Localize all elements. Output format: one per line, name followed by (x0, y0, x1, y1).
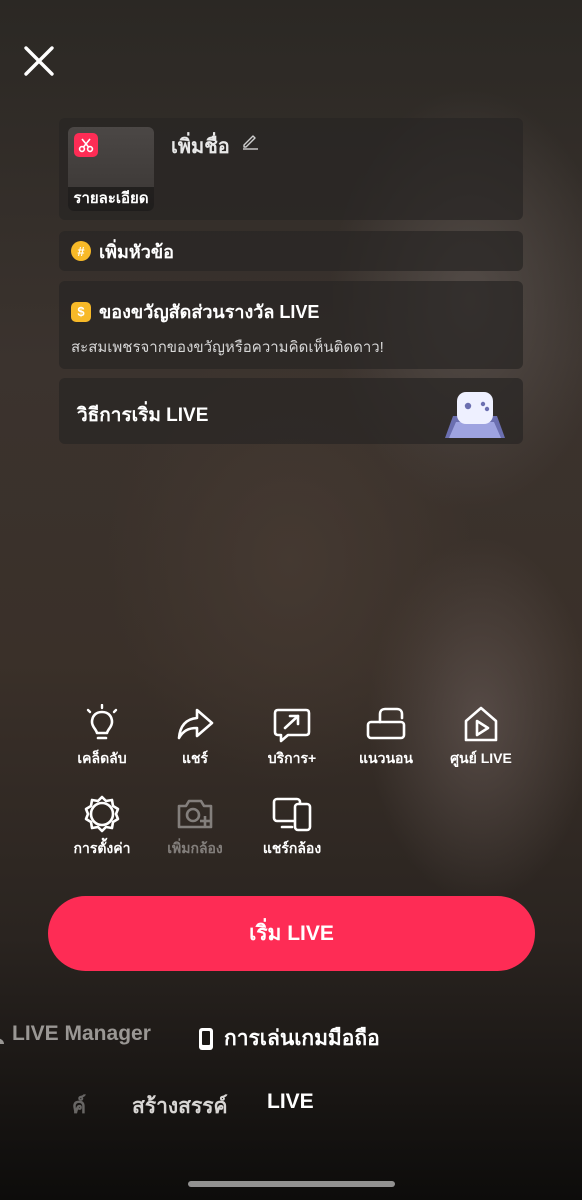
mode-tab-live-manager[interactable]: LIVE Manager (0, 1022, 151, 1046)
mode-tab-mobile-gaming[interactable]: การเล่นเกมมือถือ (198, 1022, 380, 1055)
close-icon (24, 46, 54, 76)
tool-settings[interactable]: การตั้งค่า (57, 794, 147, 860)
bottom-tab-create[interactable]: สร้างสรรค์ (132, 1090, 228, 1123)
tool-add-camera[interactable]: เพิ่มกล้อง (150, 794, 240, 860)
landscape-rotate-icon (366, 707, 406, 740)
tool-share-label: แชร์ (181, 750, 209, 766)
title-card: รายละเอียด เพิ่มชื่อ (59, 118, 523, 220)
tool-landscape-label: แนวนอน (358, 750, 413, 766)
how-to-go-live-row[interactable]: วิธีการเริ่ม LIVE (59, 378, 523, 444)
bottom-tab-live[interactable]: LIVE (267, 1090, 314, 1114)
thumbnail-label[interactable]: รายละเอียด (68, 187, 154, 211)
cover-thumbnail[interactable]: รายละเอียด (68, 127, 154, 211)
tool-live-center[interactable]: ศูนย์ LIVE (436, 704, 526, 770)
coin-icon: $ (71, 301, 91, 322)
gift-title: ของขวัญสัดส่วนรางวัล LIVE (99, 302, 320, 322)
tool-add-camera-label: เพิ่มกล้อง (167, 840, 223, 856)
gift-subtitle: สะสมเพชรจากของขวัญหรือความคิดเห็นติดดาว! (71, 339, 384, 356)
tool-share-camera[interactable]: แชร์กล้อง (247, 794, 337, 860)
close-button[interactable] (22, 44, 56, 78)
topic-label: เพิ่มหัวข้อ (99, 241, 174, 262)
go-live-button[interactable]: เริ่ม LIVE (48, 896, 535, 971)
mode-mobile-gaming-label: การเล่นเกมมือถือ (224, 1027, 380, 1050)
bottom-tabs: ค์ สร้างสรรค์ LIVE (0, 1086, 582, 1120)
tool-share-camera-label: แชร์กล้อง (262, 840, 322, 856)
person-icon (0, 1038, 4, 1044)
tool-share[interactable]: แชร์ (150, 704, 240, 770)
howto-label: วิธีการเริ่ม LIVE (77, 405, 209, 426)
game-controller-icon (445, 392, 505, 438)
hashtag-icon: # (71, 241, 91, 261)
title-input[interactable]: เพิ่มชื่อ (171, 130, 230, 162)
scissors-icon (74, 133, 98, 157)
lightbulb-icon (86, 704, 118, 740)
tool-settings-label: การตั้งค่า (73, 840, 131, 856)
live-center-icon (464, 706, 498, 742)
tool-services[interactable]: บริการ+ (247, 704, 337, 770)
bottom-tab-partial[interactable]: ค์ (72, 1090, 86, 1123)
gift-rewards-row[interactable]: $ ของขวัญสัดส่วนรางวัล LIVE สะสมเพชรจากข… (59, 281, 523, 369)
share-camera-icon (272, 797, 312, 832)
gear-icon (84, 795, 120, 833)
pencil-icon[interactable] (241, 132, 259, 150)
share-arrow-icon (177, 708, 214, 740)
mode-live-manager-label: LIVE Manager (12, 1022, 151, 1045)
tool-landscape[interactable]: แนวนอน (341, 704, 431, 770)
tool-services-label: บริการ+ (267, 750, 317, 766)
add-topic-row[interactable]: # เพิ่มหัวข้อ (59, 231, 523, 271)
mode-tabs: LIVE Manager การเล่นเกมมือถือ (0, 1018, 582, 1052)
services-chat-icon (273, 708, 311, 743)
add-camera-icon (177, 799, 213, 829)
home-indicator (188, 1181, 395, 1187)
phone-icon (199, 1027, 213, 1050)
tool-tips[interactable]: เคล็ดลับ (57, 704, 147, 770)
tool-tips-label: เคล็ดลับ (77, 750, 127, 766)
tool-live-center-label: ศูนย์ LIVE (450, 750, 512, 766)
